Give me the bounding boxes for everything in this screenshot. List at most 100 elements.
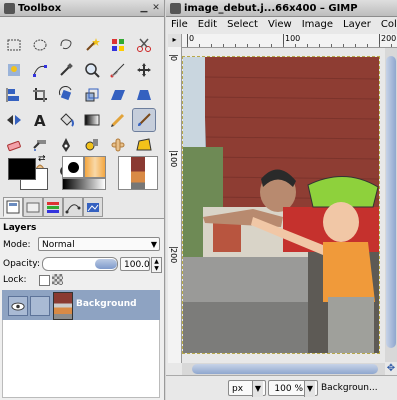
mode-select[interactable]: Normal ▼ (38, 237, 160, 251)
menu-edit[interactable]: Edit (193, 17, 222, 33)
dock-tabs (0, 196, 164, 219)
brush-preview[interactable] (62, 156, 84, 178)
lock-pixels-checkbox[interactable] (39, 275, 50, 286)
tool-button-move[interactable] (132, 58, 156, 82)
tool-button-crop[interactable] (28, 83, 52, 107)
flip-icon (7, 115, 21, 125)
gradient-preview[interactable] (62, 178, 106, 190)
opacity-slider[interactable] (42, 257, 118, 271)
photo-image (183, 57, 379, 353)
zoom-select[interactable]: 100 % ▼ (268, 380, 318, 397)
scissors-icon (137, 38, 151, 52)
tool-button-paths[interactable] (28, 58, 52, 82)
tool-button-rotate[interactable] (54, 83, 78, 107)
tool-button-zoom[interactable] (80, 58, 104, 82)
pattern-preview[interactable] (84, 156, 106, 178)
horizontal-ruler[interactable]: 0 100 200 (182, 34, 397, 48)
tool-button-pencil[interactable] (106, 108, 130, 132)
tool-button-bucket-fill[interactable] (54, 108, 78, 132)
tool-button-perspective[interactable] (132, 83, 156, 107)
shear-icon (111, 90, 125, 100)
vertical-ruler[interactable]: 0 100 200 (168, 47, 182, 363)
blend-icon (84, 114, 100, 126)
opacity-label: Opacity: (3, 259, 40, 269)
image-window: image_debut.j...66x400 – GIMP File Edit Se… (166, 0, 397, 400)
tool-button-blend[interactable] (80, 108, 104, 132)
close-icon[interactable]: ✕ (151, 3, 161, 13)
tool-button-fuzzy-select[interactable] (80, 33, 104, 57)
tool-button-shear[interactable] (106, 83, 130, 107)
tool-button-select-by-color[interactable] (106, 33, 130, 57)
tool-button-align[interactable] (2, 83, 26, 107)
fuzzy-select-icon (86, 38, 100, 51)
vertical-scroll-thumb[interactable] (386, 56, 396, 348)
tool-button-ellipse-select[interactable] (28, 33, 52, 57)
vertical-scrollbar[interactable] (385, 48, 397, 362)
color-picker-icon (60, 63, 73, 76)
horizontal-scrollbar[interactable] (182, 363, 385, 375)
tab-channels[interactable] (83, 197, 103, 217)
move-icon (137, 63, 151, 77)
tool-button-foreground-select[interactable] (2, 58, 26, 82)
tab-device-status[interactable] (23, 197, 43, 217)
measure-icon (110, 63, 125, 78)
tab-undo-history[interactable] (43, 197, 63, 217)
status-text: Backgroun... (321, 383, 378, 393)
layers-panel: Layers Mode: Normal ▼ Opacity: 100.0 ▲ ▼ L… (0, 219, 164, 400)
menu-file[interactable]: File (166, 17, 193, 33)
tab-tool-options[interactable] (3, 197, 23, 217)
tool-button-measure[interactable] (106, 58, 130, 82)
align-icon (6, 88, 19, 102)
quick-mask-corner-button[interactable]: ▸ (168, 34, 182, 48)
tool-button-text[interactable]: A (28, 108, 52, 132)
statusbar: px ▼ 100 % ▼ Backgroun... (166, 375, 397, 400)
menu-view[interactable]: View (263, 17, 297, 33)
tool-button-flip[interactable] (2, 108, 26, 132)
layer-chain-toggle[interactable] (30, 296, 50, 316)
zoom-icon (85, 63, 100, 78)
tool-button-scale[interactable] (80, 83, 104, 107)
opacity-spin-button[interactable]: ▲ ▼ (151, 257, 162, 273)
tool-button-paintbrush[interactable] (132, 108, 156, 132)
unit-select[interactable]: px ▼ (228, 380, 266, 397)
image-window-titlebar[interactable]: image_debut.j...66x400 – GIMP (166, 0, 397, 17)
horizontal-scroll-thumb[interactable] (192, 364, 378, 374)
layer-visibility-eye-icon[interactable] (8, 296, 28, 316)
photo-canvas[interactable] (182, 56, 380, 354)
pointer-coords-icon (170, 380, 220, 396)
menu-image[interactable]: Image (297, 17, 338, 33)
tool-button-color-picker[interactable] (54, 58, 78, 82)
lock-label: Lock: (3, 275, 27, 285)
canvas-area[interactable] (182, 48, 382, 361)
tool-button-lasso[interactable] (54, 33, 78, 57)
layer-row-background[interactable]: Background (2, 290, 160, 320)
paths-icon (33, 65, 47, 77)
active-image-thumbnail[interactable] (118, 156, 158, 190)
minimize-icon[interactable]: ▁ (139, 3, 149, 13)
tool-options-icon (6, 200, 20, 214)
image-window-title: image_debut.j...66x400 – GIMP (184, 2, 358, 14)
ruler-tick-label: 100 (283, 34, 300, 46)
opacity-input[interactable]: 100.0 (120, 257, 150, 271)
menu-select[interactable]: Select (222, 17, 263, 33)
channels-icon (87, 203, 99, 212)
navigate-icon[interactable]: ✥ (385, 363, 397, 375)
paths-dialog-icon (65, 204, 81, 214)
toolbox-titlebar[interactable]: Toolbox ▁ ✕ (0, 0, 164, 17)
bucket-fill-icon (60, 113, 74, 127)
menu-layer[interactable]: Layer (338, 17, 376, 33)
toolbox-title: Toolbox (18, 2, 62, 14)
select-by-color-icon (112, 39, 124, 51)
scale-icon (85, 88, 99, 102)
tool-button-rect-select[interactable] (2, 33, 26, 57)
lock-alpha-icon[interactable] (52, 274, 63, 285)
foreground-color-swatch[interactable] (8, 158, 36, 180)
layer-name[interactable]: Background (76, 299, 137, 309)
tool-button-scissors[interactable] (132, 33, 156, 57)
menu-colo[interactable]: Colo (376, 17, 397, 33)
tab-paths[interactable] (63, 197, 83, 217)
swap-colors-icon[interactable]: ⇄ (38, 154, 46, 164)
svg-text:A: A (34, 112, 46, 129)
layers-title: Layers (3, 223, 37, 233)
ruler-tick-label: 0 (187, 34, 194, 46)
